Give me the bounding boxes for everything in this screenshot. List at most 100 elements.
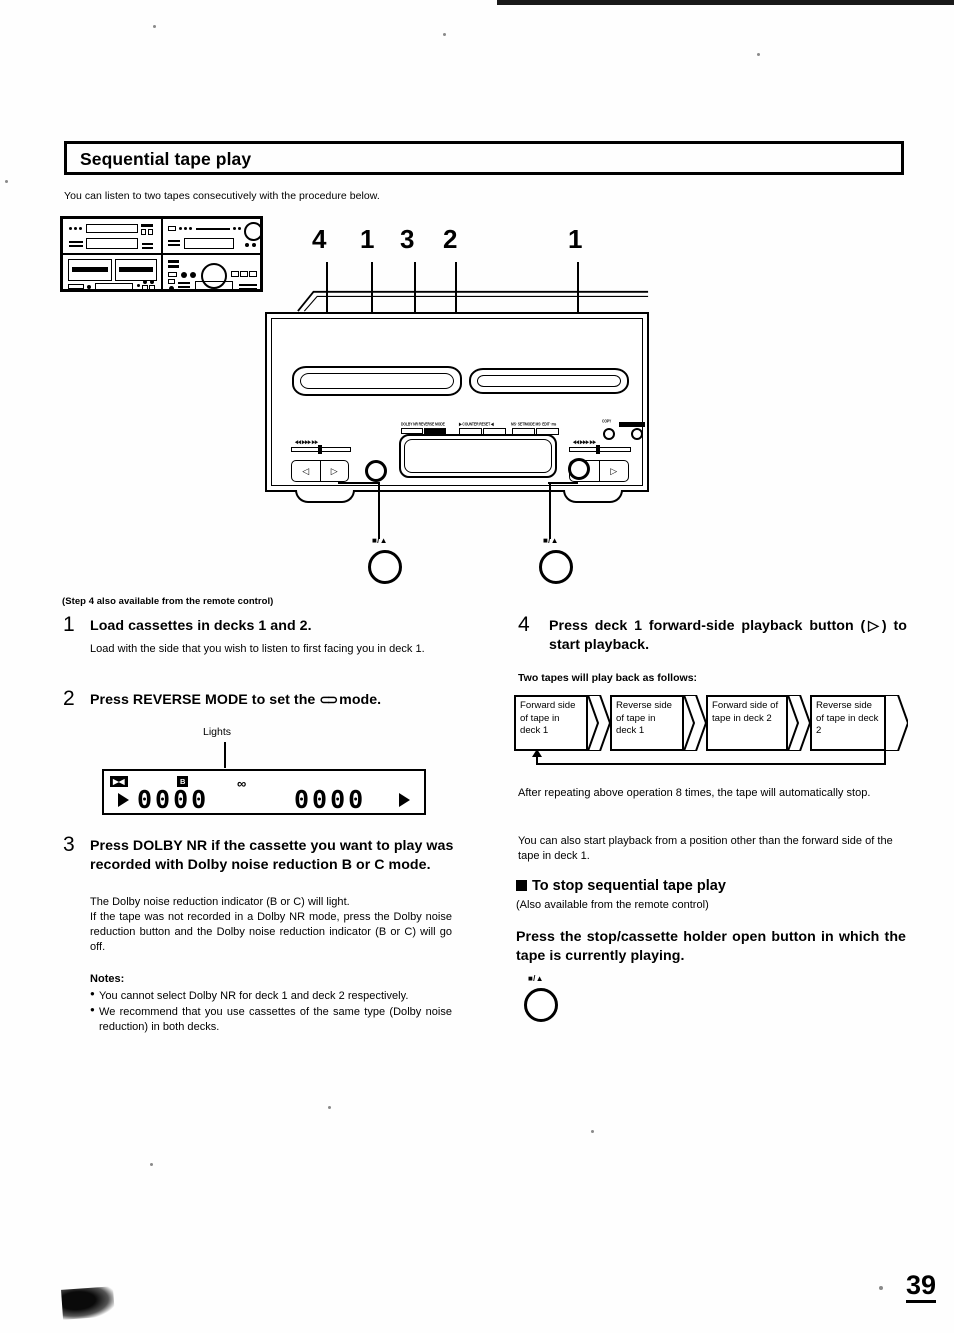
- section-heading-bar: Sequential tape play: [64, 141, 904, 175]
- stop-eject-label-deck1: ■/▲: [372, 536, 388, 545]
- stop-section-subnote: (Also available from the remote control): [516, 899, 709, 911]
- remote-control-note: (Step 4 also available from the remote c…: [62, 596, 274, 607]
- panel-label-copy: COPY: [602, 418, 612, 424]
- deck1-reverse-playback-button[interactable]: ◁: [292, 461, 321, 481]
- flow-arrow-1: [588, 695, 610, 751]
- scan-speck: [328, 1106, 331, 1109]
- deck2-forward-playback-button[interactable]: ▷: [600, 461, 629, 481]
- cassette-door-1-inner: [300, 373, 454, 389]
- notes-list-wrapper: You cannot select Dolby NR for deck 1 an…: [90, 989, 452, 1036]
- cassette-door-2-inner: [477, 375, 621, 387]
- lights-caption: Lights: [203, 726, 232, 738]
- eject-leader-horizontal-deck2: [548, 482, 578, 485]
- step-1-title: Load cassettes in decks 1 and 2.: [90, 618, 312, 634]
- deck2-slider-knob[interactable]: [596, 445, 600, 454]
- scan-speck: [5, 180, 8, 183]
- flow-loop-arrowhead: [532, 749, 542, 757]
- alternate-start-text: You can also start playback from a posit…: [518, 835, 893, 862]
- step-1-number: 1: [63, 613, 75, 636]
- reverse-mode-loop-icon: ⊂⊃: [319, 692, 338, 707]
- callout-number-1a: 1: [360, 224, 375, 254]
- deck-foot-left: [295, 490, 355, 503]
- lights-leader-line: [224, 742, 226, 768]
- page-title: Sequential tape play: [80, 149, 252, 169]
- step-1-body: Load with the side that you wish to list…: [90, 643, 425, 655]
- eject-leader-horizontal-deck1: [338, 482, 380, 485]
- after-flow-text: After repeating above operation 8 times,…: [518, 787, 871, 799]
- copy-knob-right[interactable]: [631, 428, 643, 440]
- stop-eject-circle-deck1[interactable]: [368, 550, 402, 584]
- scan-speck: [443, 33, 446, 36]
- flow-box-3: Forward side of tape in deck 2: [706, 695, 788, 751]
- copy-speed-button[interactable]: [619, 422, 645, 427]
- display-counter-right: 0000: [294, 785, 367, 814]
- display-indicator-reverse: ▶◀: [110, 776, 128, 787]
- deck1-playback-buttons[interactable]: ◁ ▷: [291, 460, 349, 482]
- notes-list: You cannot select Dolby NR for deck 1 an…: [90, 989, 452, 1035]
- note-item-2: We recommend that you use cassettes of t…: [90, 1005, 452, 1035]
- flow-box-4: Reverse side of tape in deck 2: [810, 695, 886, 751]
- deck2-stop-eject-button-panel[interactable]: [568, 458, 590, 480]
- note-item-1: You cannot select Dolby NR for deck 1 an…: [90, 989, 452, 1004]
- deck-display-window-inner: [404, 439, 552, 473]
- stop-section-heading-text: To stop sequential tape play: [532, 878, 726, 894]
- scan-speck: [757, 53, 760, 56]
- callout-number-1b: 1: [568, 224, 583, 254]
- step-2-title-part2: mode.: [335, 692, 382, 708]
- step-3-body-line2: If the tape was not recorded in a Dolby …: [90, 911, 452, 953]
- stop-instruction-text: Press the stop/cassette holder open butt…: [516, 929, 906, 964]
- flow-arrow-2: [684, 695, 706, 751]
- scan-speck: [591, 1130, 594, 1133]
- deck-front-panel: DOLBY NR REVERSE MODE ▶ COUNTER RESET ◀ …: [265, 312, 649, 503]
- stop-section-heading: To stop sequential tape play: [516, 878, 726, 894]
- stop-eject-button-deck2-callout: ■/▲: [539, 536, 599, 596]
- manual-page: Sequential tape play You can listen to t…: [0, 0, 954, 1333]
- scan-speck: [879, 1286, 883, 1290]
- display-counter-left: 0000: [137, 785, 210, 814]
- callout-number-3: 3: [400, 224, 415, 254]
- display-play-arrow-left: [118, 793, 129, 807]
- flow-arrow-3: [788, 695, 810, 751]
- eject-leader-line-deck1: [378, 484, 381, 539]
- deck1-forward-playback-button[interactable]: ▷: [321, 461, 349, 481]
- stop-eject-figure-label: ■/▲: [528, 974, 544, 983]
- scan-edge-artifact: [497, 0, 954, 5]
- scan-speck: [153, 25, 156, 28]
- step-3-number: 3: [63, 833, 75, 856]
- system-components-thumbnail: [60, 216, 263, 292]
- scan-speck: [150, 1163, 153, 1166]
- step-2-title: Press REVERSE MODE to set the ⊂⊃ mode.: [90, 691, 470, 710]
- step-3-title: Press DOLBY NR if the cassette you want …: [90, 838, 454, 873]
- flow-intro-text: Two tapes will play back as follows:: [518, 672, 698, 684]
- stop-eject-button-figure: ■/▲: [524, 974, 584, 1034]
- deck-foot-right: [563, 490, 623, 503]
- thumb-component-cassette-deck: [62, 254, 162, 291]
- scan-smudge: [61, 1286, 115, 1320]
- callout-number-2: 2: [443, 224, 458, 254]
- cassette-deck-illustration: DOLBY NR REVERSE MODE ▶ COUNTER RESET ◀ …: [265, 290, 665, 515]
- thumb-component-tuner: [62, 218, 162, 254]
- thumb-component-receiver: [161, 218, 263, 254]
- step-4-title: Press deck 1 forward-side playback butto…: [549, 618, 907, 653]
- deck-display-window: [399, 434, 557, 478]
- deck1-stop-eject-button-onpanel[interactable]: [365, 460, 387, 482]
- deck2-search-slider[interactable]: [569, 447, 631, 452]
- square-bullet-icon: [516, 880, 527, 891]
- cassette-door-deck-2[interactable]: [469, 368, 629, 394]
- display-indicator-loop: ∞: [237, 776, 246, 791]
- deck1-slider-marks: ◀◀ ▶▶▶ ▶▶: [295, 438, 318, 445]
- cassette-door-deck-1[interactable]: [292, 366, 462, 396]
- deck2-slider-marks: ◀◀ ▶▶▶ ▶▶: [573, 438, 596, 445]
- flow-box-1: Forward side of tape in deck 1: [514, 695, 588, 751]
- stop-eject-circle-deck2[interactable]: [539, 550, 573, 584]
- deck1-slider-knob[interactable]: [318, 445, 322, 454]
- step-2-number: 2: [63, 687, 75, 710]
- flow-loop-line-horizontal: [536, 763, 886, 765]
- copy-knob-left[interactable]: [603, 428, 615, 440]
- stop-eject-label-deck2: ■/▲: [543, 536, 559, 545]
- deck-top-perspective: [297, 290, 649, 312]
- display-panel-figure: ▶◀ B ∞ 0000 0000: [102, 769, 426, 815]
- display-play-arrow-right: [399, 793, 410, 807]
- step-3-body-line1: The Dolby noise reduction indicator (B o…: [90, 896, 350, 908]
- stop-eject-figure-circle[interactable]: [524, 988, 558, 1022]
